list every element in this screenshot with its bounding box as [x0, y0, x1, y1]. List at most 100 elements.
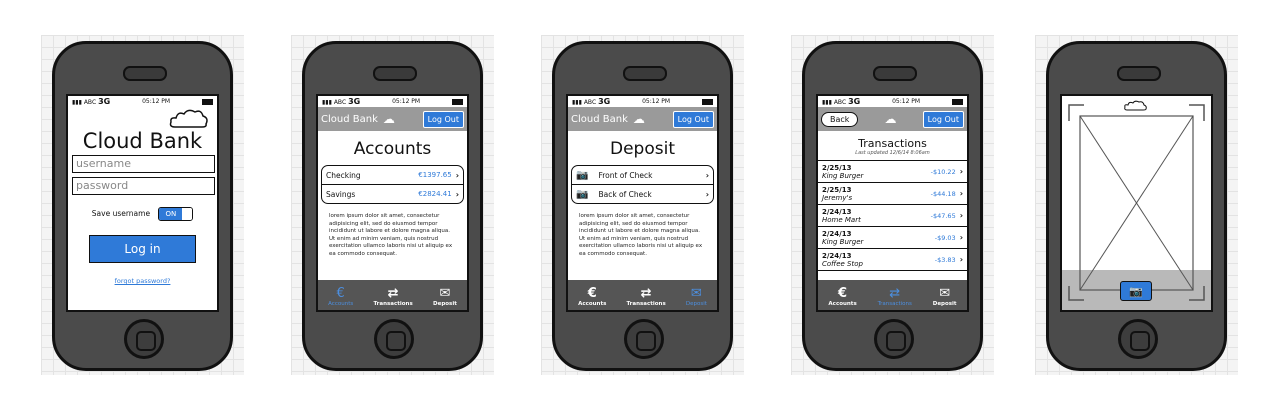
tab-accounts[interactable]: € Accounts: [578, 287, 606, 308]
chevron-right-icon: ›: [959, 255, 963, 264]
transaction-date: 2/24/13: [822, 229, 852, 238]
phone-frame: ▮▮▮ ABC 3G 05:12 PM Back ☁ Log Out Trans…: [802, 41, 983, 371]
cloud-icon: ☁: [632, 112, 645, 126]
tab-label: Deposit: [932, 301, 957, 307]
cloud-logo-icon: [68, 107, 217, 131]
page-title: Accounts: [353, 139, 432, 159]
deposit-icon: ✉: [690, 286, 702, 301]
accounts-screen: ▮▮▮ ABC 3G 05:12 PM Cloud Bank ☁ Log Out…: [316, 94, 469, 312]
transaction-merchant: Jeremy's: [822, 193, 853, 202]
transaction-row[interactable]: 2/24/13 Home Mart -$47.65 ›: [818, 205, 967, 227]
username-field[interactable]: username: [72, 155, 215, 173]
transaction-merchant: King Burger: [822, 171, 864, 180]
back-button[interactable]: Back: [821, 111, 859, 127]
forgot-password-link[interactable]: forgot password?: [68, 277, 217, 285]
transaction-date: 2/24/13: [822, 251, 852, 260]
status-time: 05:12 PM: [392, 98, 421, 105]
signal-icon: ▮▮▮: [322, 99, 332, 106]
phone-frame: ▮▮▮ ABC 3G 05:12 PM Cloud Bank ☁ Log Out…: [302, 41, 483, 371]
lorem-text: lorem ipsum dolor sit amet, consectetur …: [329, 213, 453, 257]
transaction-row[interactable]: 2/24/13 King Burger -$9.03 ›: [818, 227, 967, 249]
transactions-icon: ⇄: [889, 286, 901, 301]
status-bar: ▮▮▮ ABC 3G 05:12 PM: [818, 96, 967, 107]
tab-deposit[interactable]: ✉ Deposit: [932, 286, 957, 308]
login-screen: ▮▮▮ ABC 3G 05:12 PM Cloud Bank username …: [66, 94, 219, 312]
network-label: 3G: [98, 97, 111, 106]
account-row-savings[interactable]: Savings €2824.41 ›: [322, 185, 463, 203]
tab-label: Deposit: [433, 301, 457, 307]
euro-icon: €: [838, 286, 848, 301]
phone-frame: 📷: [1046, 41, 1227, 371]
chevron-right-icon: ›: [455, 189, 459, 199]
network-label: 3G: [848, 97, 861, 106]
tab-deposit[interactable]: ✉ Deposit: [686, 286, 707, 308]
save-username-toggle[interactable]: ON: [158, 207, 194, 221]
camera-icon: 📷: [576, 188, 589, 200]
camera-mockup: 📷: [1035, 35, 1238, 375]
account-name: Savings: [326, 189, 356, 199]
deposit-options-list: 📷 Front of Check › 📷 Back of Check ›: [571, 165, 714, 204]
transaction-row[interactable]: 2/24/13 Coffee Stop -$3.83 ›: [818, 249, 967, 271]
tab-accounts[interactable]: € Accounts: [828, 286, 856, 308]
transaction-merchant: Coffee Stop: [822, 259, 863, 268]
tab-transactions[interactable]: ⇄ Transactions: [374, 286, 413, 308]
transactions-icon: ⇄: [387, 286, 399, 301]
transaction-date: 2/25/13: [822, 185, 852, 194]
status-time: 05:12 PM: [642, 98, 671, 105]
accounts-list: Checking €1397.65 › Savings €2824.41 ›: [321, 165, 464, 204]
transaction-merchant: Home Mart: [822, 215, 861, 224]
home-button[interactable]: [374, 319, 414, 359]
account-balance: €2824.41: [418, 190, 452, 198]
network-label: 3G: [348, 97, 361, 106]
shutter-button[interactable]: 📷: [1120, 281, 1152, 301]
transactions-list: 2/25/13 King Burger -$10.22 › 2/25/13 Jerem…: [818, 160, 967, 271]
logout-button[interactable]: Log Out: [422, 110, 464, 128]
password-field[interactable]: password: [72, 177, 215, 195]
logout-button[interactable]: Log Out: [922, 110, 965, 128]
home-button[interactable]: [624, 319, 664, 359]
login-button[interactable]: Log in: [89, 235, 196, 263]
save-username-row: Save username ON: [68, 207, 217, 221]
account-row-checking[interactable]: Checking €1397.65 ›: [322, 166, 463, 185]
toggle-on-label: ON: [159, 208, 183, 220]
accounts-mockup: ▮▮▮ ABC 3G 05:12 PM Cloud Bank ☁ Log Out…: [291, 35, 494, 375]
camera-icon: 📷: [1129, 284, 1143, 298]
tab-transactions[interactable]: ⇄ Transactions: [626, 286, 666, 308]
transaction-amount: -$44.18: [930, 189, 956, 198]
transaction-date: 2/24/13: [822, 207, 852, 216]
lorem-text: lorem ipsum dolor sit amet, consectetur …: [579, 213, 703, 257]
front-of-check-row[interactable]: 📷 Front of Check ›: [572, 166, 713, 185]
chevron-right-icon: ›: [705, 189, 709, 199]
home-button[interactable]: [1118, 319, 1158, 359]
logout-button[interactable]: Log Out: [672, 110, 714, 128]
network-label: 3G: [598, 97, 611, 106]
transaction-amount: -$47.65: [930, 211, 956, 220]
transaction-row[interactable]: 2/25/13 Jeremy's -$44.18 ›: [818, 183, 967, 205]
camera-viewfinder: [1062, 96, 1211, 310]
deposit-icon: ✉: [439, 286, 451, 301]
tab-transactions[interactable]: ⇄ Transactions: [878, 286, 912, 308]
tab-deposit[interactable]: ✉ Deposit: [433, 286, 457, 308]
home-button[interactable]: [124, 319, 164, 359]
battery-icon: [951, 99, 963, 105]
tab-accounts[interactable]: € Accounts: [328, 286, 353, 308]
nav-title: Cloud Bank: [321, 113, 378, 125]
carrier-label: ABC: [333, 99, 347, 106]
chevron-right-icon: ›: [959, 167, 963, 176]
transactions-icon: ⇄: [640, 286, 652, 301]
tab-label: Transactions: [626, 301, 666, 307]
home-button[interactable]: [874, 319, 914, 359]
camera-screen: 📷: [1060, 94, 1213, 312]
transaction-row[interactable]: 2/25/13 King Burger -$10.22 ›: [818, 161, 967, 183]
euro-icon: €: [336, 286, 345, 301]
page-title: Deposit: [610, 139, 675, 159]
deposit-icon: ✉: [939, 286, 951, 301]
back-of-check-row[interactable]: 📷 Back of Check ›: [572, 185, 713, 203]
camera-icon: 📷: [576, 169, 589, 181]
status-bar: ▮▮▮ ABC 3G 05:12 PM: [568, 96, 717, 107]
transactions-screen: ▮▮▮ ABC 3G 05:12 PM Back ☁ Log Out Trans…: [816, 94, 969, 312]
speaker: [623, 66, 667, 81]
chevron-right-icon: ›: [959, 233, 963, 242]
last-updated-label: Last updated 12/6/14 8:06am: [855, 150, 930, 156]
signal-icon: ▮▮▮: [72, 99, 82, 106]
